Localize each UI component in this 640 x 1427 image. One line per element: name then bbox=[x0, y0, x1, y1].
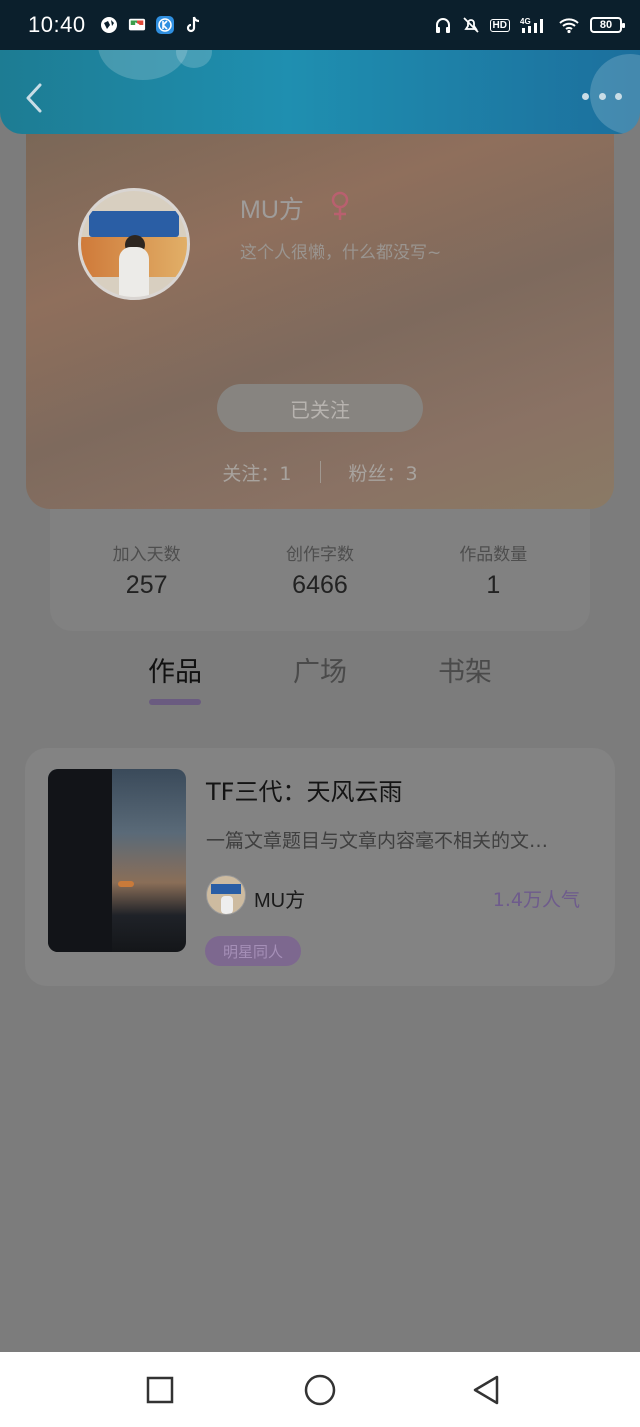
popularity-count: 1.4万人气 bbox=[492, 889, 580, 911]
tiktok-icon bbox=[184, 16, 202, 34]
author-avatar[interactable] bbox=[206, 875, 246, 915]
tab-square[interactable]: 广场 bbox=[265, 650, 375, 700]
follow-stats: 关注：1 粉丝：3 bbox=[26, 454, 614, 490]
stat-label: 作品数量 bbox=[459, 545, 528, 565]
stat-works-count: 作品数量 1 bbox=[413, 540, 573, 600]
work-description: 一篇文章题目与文章内容毫不相关的文… bbox=[206, 830, 549, 852]
followers-count[interactable]: 粉丝：3 bbox=[349, 459, 418, 486]
divider bbox=[319, 461, 321, 483]
stat-value: 6466 bbox=[292, 571, 348, 599]
more-dot bbox=[582, 92, 589, 100]
work-title[interactable]: TF三代：天风云雨 bbox=[206, 772, 402, 807]
tab-indicator bbox=[149, 699, 201, 705]
stats-card: 加入天数 257 创作字数 6466 作品数量 1 bbox=[50, 509, 590, 631]
author-avatar-sign bbox=[211, 884, 241, 894]
video-app-icon bbox=[128, 16, 146, 34]
following-count[interactable]: 关注：1 bbox=[222, 459, 291, 486]
work-card[interactable]: TF三代：天风云雨 一篇文章题目与文章内容毫不相关的文… MU方 1.4万人气 … bbox=[25, 748, 615, 986]
header-bar bbox=[0, 50, 640, 134]
decorative-bubble bbox=[176, 50, 212, 68]
tab-bookshelf[interactable]: 书架 bbox=[410, 650, 520, 700]
headphones-icon bbox=[434, 16, 452, 34]
stat-word-count: 创作字数 6466 bbox=[240, 540, 400, 600]
avatar-sign bbox=[89, 211, 179, 237]
user-avatar[interactable] bbox=[78, 188, 190, 300]
chevron-left-icon bbox=[26, 83, 42, 113]
battery-indicator: 80 bbox=[590, 17, 625, 33]
work-cover-image[interactable] bbox=[48, 769, 186, 952]
wifi-icon bbox=[558, 16, 580, 34]
stat-label: 加入天数 bbox=[112, 545, 181, 565]
author-avatar-person bbox=[221, 896, 233, 914]
hd-icon: HD bbox=[489, 18, 510, 32]
tab-bar: 作品 广场 书架 bbox=[0, 646, 640, 716]
stat-value: 1 bbox=[486, 571, 501, 599]
stat-label: 创作字数 bbox=[285, 545, 354, 565]
more-dot bbox=[615, 92, 622, 100]
female-icon bbox=[331, 191, 349, 220]
decorative-bubble bbox=[98, 50, 188, 80]
more-dot bbox=[598, 92, 606, 100]
signal-4g-icon: 4G bbox=[520, 16, 548, 34]
cover-sun bbox=[118, 881, 134, 887]
browser-icon bbox=[100, 16, 118, 34]
cover-building bbox=[48, 769, 112, 952]
stat-join-days: 加入天数 257 bbox=[67, 540, 227, 600]
status-app-icons bbox=[100, 16, 202, 34]
k-app-icon bbox=[155, 16, 174, 34]
svg-text:4G: 4G bbox=[520, 17, 531, 26]
system-nav-bar bbox=[0, 1352, 640, 1427]
status-bar: 10:40 HD 4G 80 bbox=[0, 0, 640, 50]
home-button[interactable] bbox=[300, 1372, 340, 1408]
user-bio: 这个人很懒，什么都没写~ bbox=[240, 243, 442, 263]
profile-card: MU方 这个人很懒，什么都没写~ 已关注 关注：1 粉丝：3 bbox=[26, 134, 614, 509]
recents-button[interactable] bbox=[140, 1372, 180, 1408]
home-circle-icon bbox=[304, 1374, 336, 1406]
more-button[interactable] bbox=[582, 86, 622, 106]
back-nav-button[interactable] bbox=[466, 1372, 506, 1408]
back-button[interactable] bbox=[18, 78, 50, 118]
author-name[interactable]: MU方 bbox=[254, 884, 305, 913]
status-system-icons: HD 4G 80 bbox=[434, 16, 625, 34]
tab-works[interactable]: 作品 bbox=[120, 650, 230, 700]
category-tag[interactable]: 明星同人 bbox=[205, 936, 301, 966]
username: MU方 bbox=[240, 196, 304, 224]
do-not-disturb-icon bbox=[462, 16, 480, 34]
stat-value: 257 bbox=[125, 571, 168, 599]
avatar-person bbox=[119, 247, 149, 297]
status-time: 10:40 bbox=[28, 12, 86, 37]
recents-square-icon bbox=[146, 1376, 174, 1404]
back-triangle-icon bbox=[473, 1375, 499, 1405]
followed-button[interactable]: 已关注 bbox=[217, 384, 423, 432]
